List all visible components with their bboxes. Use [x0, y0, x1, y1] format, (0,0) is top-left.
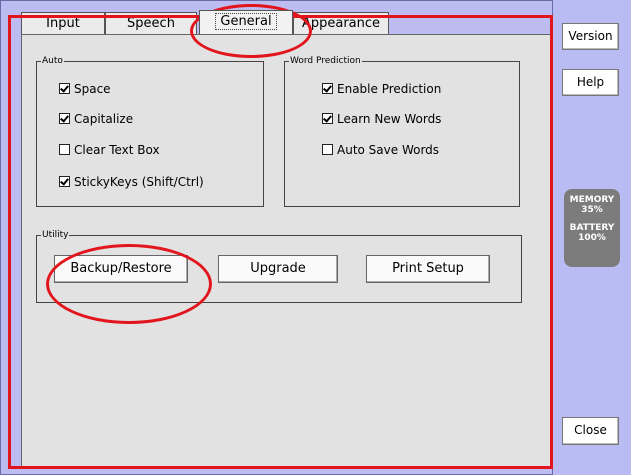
utility-group-legend: Utility	[41, 228, 70, 242]
checkbox-clear-text-box-label: Clear Text Box	[74, 143, 160, 157]
battery-label: BATTERY	[569, 223, 615, 233]
checkbox-icon	[59, 144, 70, 155]
checkbox-enable-prediction[interactable]: Enable Prediction	[322, 81, 441, 97]
tab-speech-label: Speech	[127, 16, 175, 31]
checkbox-capitalize-label: Capitalize	[74, 112, 134, 126]
help-button[interactable]: Help	[562, 69, 619, 96]
checkbox-auto-save-words[interactable]: Auto Save Words	[322, 142, 439, 158]
checkbox-learn-new-words[interactable]: Learn New Words	[322, 111, 441, 127]
tab-input-label: Input	[46, 16, 80, 31]
close-button[interactable]: Close	[562, 417, 619, 445]
battery-value: 100%	[578, 233, 606, 243]
general-tab-panel: Auto Space Capitalize Clear Text Box Sti…	[21, 34, 551, 468]
checkbox-icon	[322, 144, 333, 155]
tab-appearance[interactable]: Appearance	[293, 12, 389, 34]
checkbox-auto-save-words-label: Auto Save Words	[337, 143, 440, 157]
status-spacer	[564, 215, 620, 223]
auto-group-legend: Auto	[41, 54, 64, 68]
tab-appearance-label: Appearance	[301, 16, 381, 31]
checkbox-capitalize[interactable]: Capitalize	[59, 111, 133, 127]
status-panel: MEMORY 35% BATTERY 100%	[564, 189, 620, 267]
checkbox-stickykeys-label: StickyKeys (Shift/Ctrl)	[74, 175, 204, 189]
tab-speech[interactable]: Speech	[105, 12, 197, 34]
version-button[interactable]: Version	[562, 23, 619, 50]
checkbox-icon	[59, 113, 70, 124]
settings-window: Input Speech General Appearance Auto Spa…	[0, 0, 553, 475]
tab-general-label: General	[215, 13, 277, 30]
checkbox-learn-new-words-label: Learn New Words	[337, 112, 442, 126]
tab-general[interactable]: General	[199, 10, 293, 34]
checkbox-icon	[322, 83, 333, 94]
word-prediction-group-legend: Word Prediction	[289, 54, 362, 68]
memory-value: 35%	[581, 205, 603, 215]
backup-restore-button[interactable]: Backup/Restore	[54, 255, 188, 283]
checkbox-icon	[59, 83, 70, 94]
checkbox-space-label: Space	[74, 82, 111, 96]
checkbox-clear-text-box[interactable]: Clear Text Box	[59, 142, 160, 158]
upgrade-button[interactable]: Upgrade	[218, 255, 338, 283]
print-setup-button[interactable]: Print Setup	[366, 255, 490, 283]
tab-input[interactable]: Input	[21, 12, 105, 34]
checkbox-enable-prediction-label: Enable Prediction	[337, 82, 442, 96]
checkbox-stickykeys[interactable]: StickyKeys (Shift/Ctrl)	[59, 174, 204, 190]
checkbox-space[interactable]: Space	[59, 81, 111, 97]
memory-label: MEMORY	[569, 195, 615, 205]
checkbox-icon	[322, 113, 333, 124]
checkbox-icon	[59, 176, 70, 187]
